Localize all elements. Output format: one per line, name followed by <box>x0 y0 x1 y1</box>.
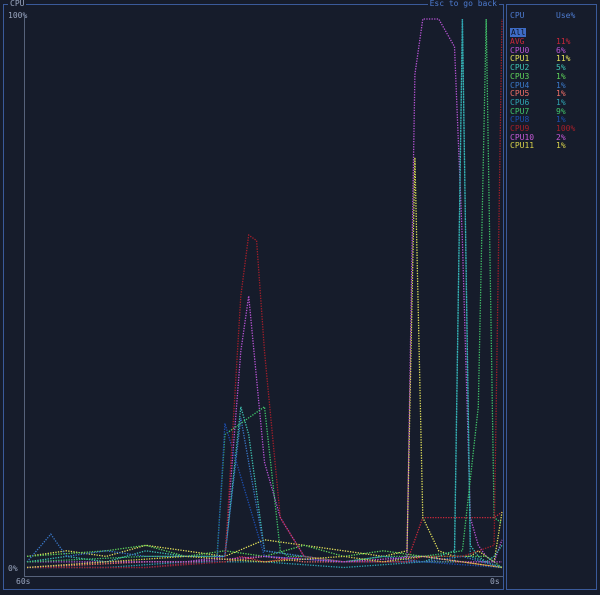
legend-row-name: CPU2 <box>510 63 530 73</box>
legend-row-name: CPU10 <box>510 132 535 142</box>
legend-row-use: 1% <box>556 89 566 99</box>
legend-row-name: CPU1 <box>510 54 530 64</box>
legend-row-name: CPU5 <box>510 89 530 99</box>
legend-row-name: CPU6 <box>510 97 530 107</box>
legend-row-name: CPU9 <box>510 124 530 133</box>
series-line-cpu4 <box>26 417 503 569</box>
legend-row-avg[interactable]: AVG 11% <box>510 37 594 46</box>
x-axis-end-label: 0s <box>490 577 500 586</box>
legend-row-name: CPU7 <box>510 106 530 116</box>
legend-header-use: Use% <box>556 11 576 20</box>
legend-row-use: 11% <box>556 54 571 64</box>
legend-row-name: CPU8 <box>510 115 530 125</box>
legend-row-use: 1% <box>556 115 566 125</box>
series-line-cpu0 <box>27 18 503 563</box>
cpu-legend-panel: CPU Use% All AVG 11% CPU0 6% CPU1 11% CPU2 5% CP… <box>506 4 597 590</box>
legend-row-use: 1% <box>556 141 566 151</box>
legend-row-use: 2% <box>556 132 566 142</box>
legend-row-name: CPU0 <box>510 45 530 55</box>
legend-row-cpu6[interactable]: CPU6 1% <box>510 98 594 107</box>
legend-row-cpu9[interactable]: CPU9 100% <box>510 124 594 133</box>
esc-back-hint: Esc to go back <box>427 0 499 9</box>
legend-row-use: 5% <box>556 63 566 73</box>
legend-row-cpu7[interactable]: CPU7 9% <box>510 107 594 116</box>
cpu-usage-chart <box>26 18 503 569</box>
legend-row-name: CPU4 <box>510 80 530 90</box>
legend-row-cpu2[interactable]: CPU2 5% <box>510 63 594 72</box>
legend-row-name: CPU11 <box>510 141 535 151</box>
legend-row-cpu5[interactable]: CPU5 1% <box>510 89 594 98</box>
legend-row-use: 6% <box>556 45 566 55</box>
legend-header-cpu: CPU <box>510 11 525 20</box>
panel-title: CPU <box>8 0 27 9</box>
legend-row-cpu11[interactable]: CPU11 1% <box>510 141 594 150</box>
legend-row-name: CPU3 <box>510 71 530 81</box>
x-axis-start-label: 60s <box>16 577 31 586</box>
legend-row-use: 1% <box>556 97 566 107</box>
series-line-cpu6 <box>27 18 503 569</box>
legend-row-use: 11% <box>556 37 571 46</box>
legend-row-cpu0[interactable]: CPU0 6% <box>510 46 594 55</box>
legend-row-cpu3[interactable]: CPU3 1% <box>510 72 594 81</box>
series-line-cpu8 <box>27 423 503 569</box>
series-line-cpu9 <box>27 18 503 569</box>
legend-row-use: 100% <box>556 124 576 133</box>
legend-row-use: 9% <box>556 106 566 116</box>
legend-row-use: 1% <box>556 80 566 90</box>
plot-area <box>24 13 503 577</box>
series-line-cpu2 <box>26 18 503 563</box>
cpu-graph-panel: CPU Esc to go back 100% 0% 60s 0s <box>3 0 504 590</box>
legend-row-name: AVG <box>510 37 525 46</box>
legend-header: CPU Use% <box>510 11 594 20</box>
series-line-cpu1 <box>26 157 503 564</box>
all-cpus-button[interactable]: All <box>510 28 527 37</box>
legend-row-cpu8[interactable]: CPU8 1% <box>510 115 594 124</box>
legend-row-cpu4[interactable]: CPU4 1% <box>510 81 594 90</box>
legend-row-cpu1[interactable]: CPU1 11% <box>510 54 594 63</box>
y-axis-min-label: 0% <box>8 564 18 573</box>
legend-row-cpu10[interactable]: CPU10 2% <box>510 133 594 142</box>
series-line-cpu7 <box>26 18 503 563</box>
legend-row-use: 1% <box>556 71 566 81</box>
